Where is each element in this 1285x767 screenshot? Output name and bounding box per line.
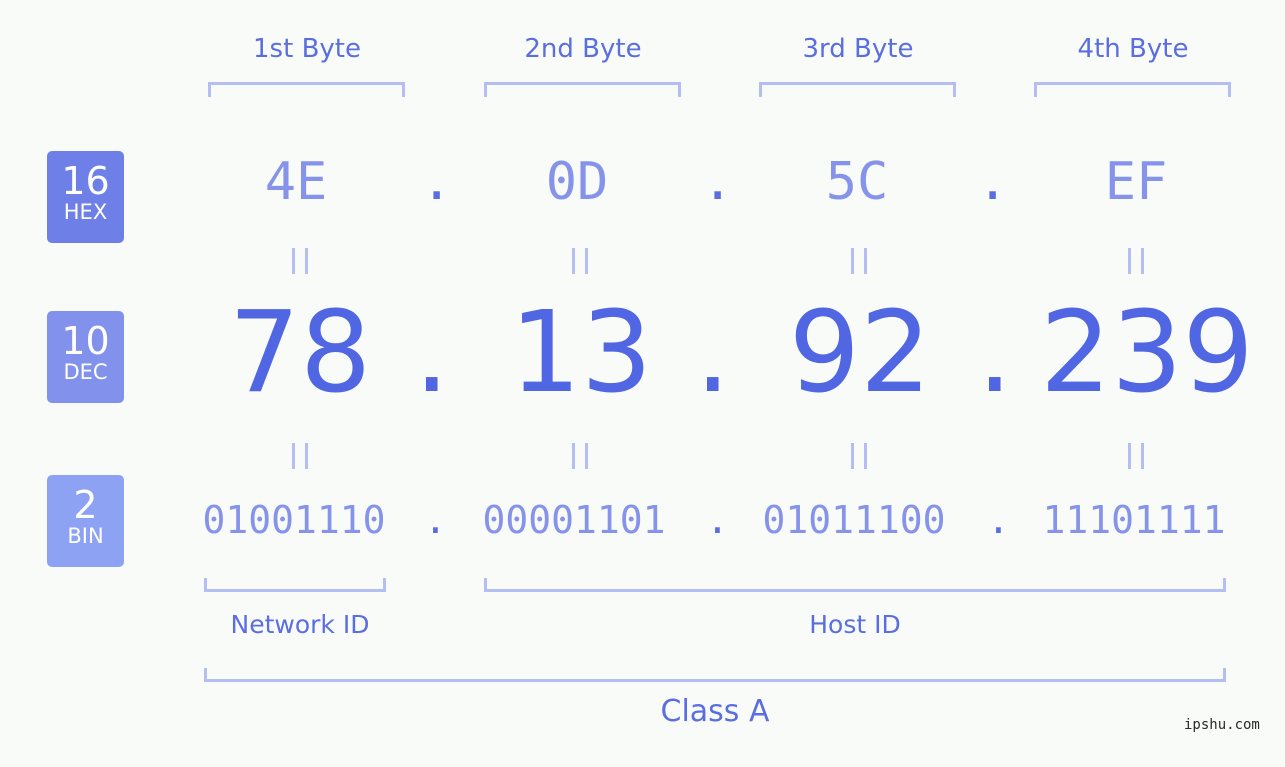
- network-id-label: Network ID: [230, 610, 370, 639]
- bin-octet-2: 00001101: [482, 498, 666, 542]
- byte-bracket-2: [484, 82, 681, 97]
- equals-icon: [572, 248, 588, 274]
- host-id-bracket: [484, 578, 1226, 592]
- bin-octet-4: 11101111: [1042, 498, 1226, 542]
- hex-octet-3: 5C: [825, 152, 889, 212]
- byte-header-1: 1st Byte: [253, 34, 361, 64]
- bin-octet-3: 01011100: [762, 498, 946, 542]
- byte-header-4: 4th Byte: [1077, 34, 1189, 64]
- class-bracket: [204, 668, 1226, 682]
- equals-icon: [1128, 248, 1144, 274]
- bin-separator-3: .: [987, 498, 1010, 542]
- byte-bracket-4: [1034, 82, 1231, 97]
- dec-octet-1: 78: [228, 288, 372, 418]
- bin-separator-1: .: [424, 498, 447, 542]
- hex-octet-1: 4E: [264, 152, 328, 212]
- equals-icon: [851, 248, 867, 274]
- hex-separator-2: .: [702, 152, 734, 212]
- hex-octet-4: EF: [1104, 152, 1168, 212]
- dec-octet-3: 92: [788, 288, 932, 418]
- equals-icon: [1128, 443, 1144, 469]
- dec-badge-label: DEC: [63, 360, 108, 384]
- hex-octet-2: 0D: [545, 152, 609, 212]
- dec-octet-4: 239: [1040, 288, 1254, 418]
- equals-icon: [292, 443, 308, 469]
- equals-icon: [851, 443, 867, 469]
- bin-badge: 2 BIN: [47, 475, 124, 567]
- hex-badge-label: HEX: [63, 200, 108, 224]
- equals-icon: [572, 443, 588, 469]
- equals-icon: [292, 248, 308, 274]
- class-label: Class A: [660, 694, 770, 729]
- bin-badge-label: BIN: [67, 524, 104, 548]
- bin-octet-1: 01001110: [202, 498, 386, 542]
- dec-separator-3: .: [977, 288, 1013, 418]
- network-id-bracket: [204, 578, 386, 592]
- hex-separator-1: .: [421, 152, 453, 212]
- dec-separator-1: .: [414, 288, 450, 418]
- dec-octet-2: 13: [509, 288, 653, 418]
- dec-separator-2: .: [695, 288, 731, 418]
- dec-badge-number: 10: [61, 319, 110, 363]
- dec-badge: 10 DEC: [47, 311, 124, 403]
- hex-separator-3: .: [977, 152, 1009, 212]
- hex-badge: 16 HEX: [47, 151, 124, 243]
- byte-header-3: 3rd Byte: [802, 34, 914, 64]
- host-id-label: Host ID: [809, 610, 901, 639]
- bin-badge-number: 2: [73, 483, 98, 527]
- byte-header-2: 2nd Byte: [524, 34, 642, 64]
- watermark: ipshu.com: [1184, 717, 1260, 733]
- bin-separator-2: .: [706, 498, 729, 542]
- byte-bracket-1: [208, 82, 405, 97]
- byte-bracket-3: [759, 82, 956, 97]
- hex-badge-number: 16: [61, 159, 110, 203]
